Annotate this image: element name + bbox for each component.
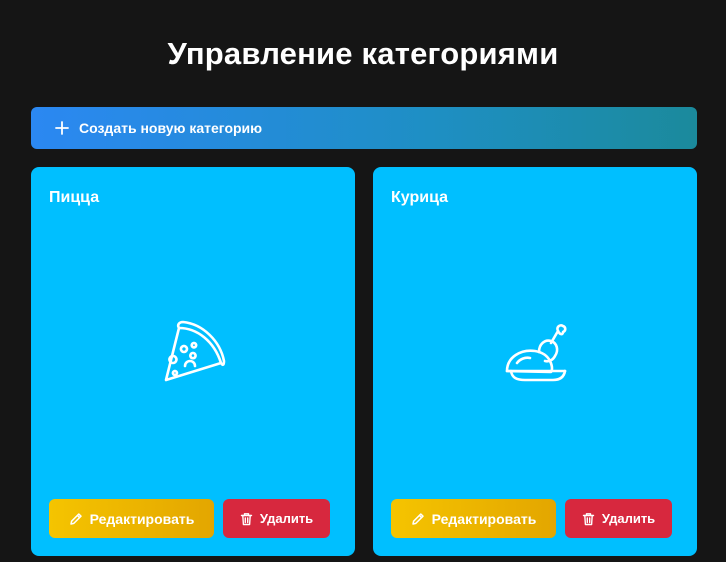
delete-label: Удалить bbox=[601, 511, 656, 526]
edit-label: Редактировать bbox=[89, 510, 195, 527]
pizza-icon bbox=[164, 320, 226, 382]
delete-button[interactable]: Удалить bbox=[565, 499, 672, 538]
edit-label: Редактировать bbox=[431, 510, 537, 527]
page-title: Управление категориями bbox=[167, 36, 559, 71]
delete-label: Удалить bbox=[259, 511, 314, 526]
pencil-icon bbox=[69, 512, 82, 525]
plus-icon bbox=[55, 121, 69, 135]
create-category-label: Создать новую категорию bbox=[79, 120, 263, 136]
trash-icon bbox=[582, 512, 595, 525]
edit-button[interactable]: Редактировать bbox=[391, 499, 556, 538]
trash-icon bbox=[240, 512, 253, 525]
category-title: Пицца bbox=[49, 189, 100, 206]
category-card-pizza: Пицца Редактировать Удалить bbox=[31, 167, 355, 556]
pencil-icon bbox=[411, 512, 424, 525]
category-card-chicken: Курица Редактировать Удалить bbox=[373, 167, 697, 556]
category-title: Курица bbox=[391, 189, 448, 206]
category-management-page: Управление категориями Создать новую кат… bbox=[0, 0, 726, 562]
edit-button[interactable]: Редактировать bbox=[49, 499, 214, 538]
delete-button[interactable]: Удалить bbox=[223, 499, 330, 538]
chicken-icon bbox=[505, 324, 567, 382]
create-category-button[interactable]: Создать новую категорию bbox=[31, 107, 697, 149]
